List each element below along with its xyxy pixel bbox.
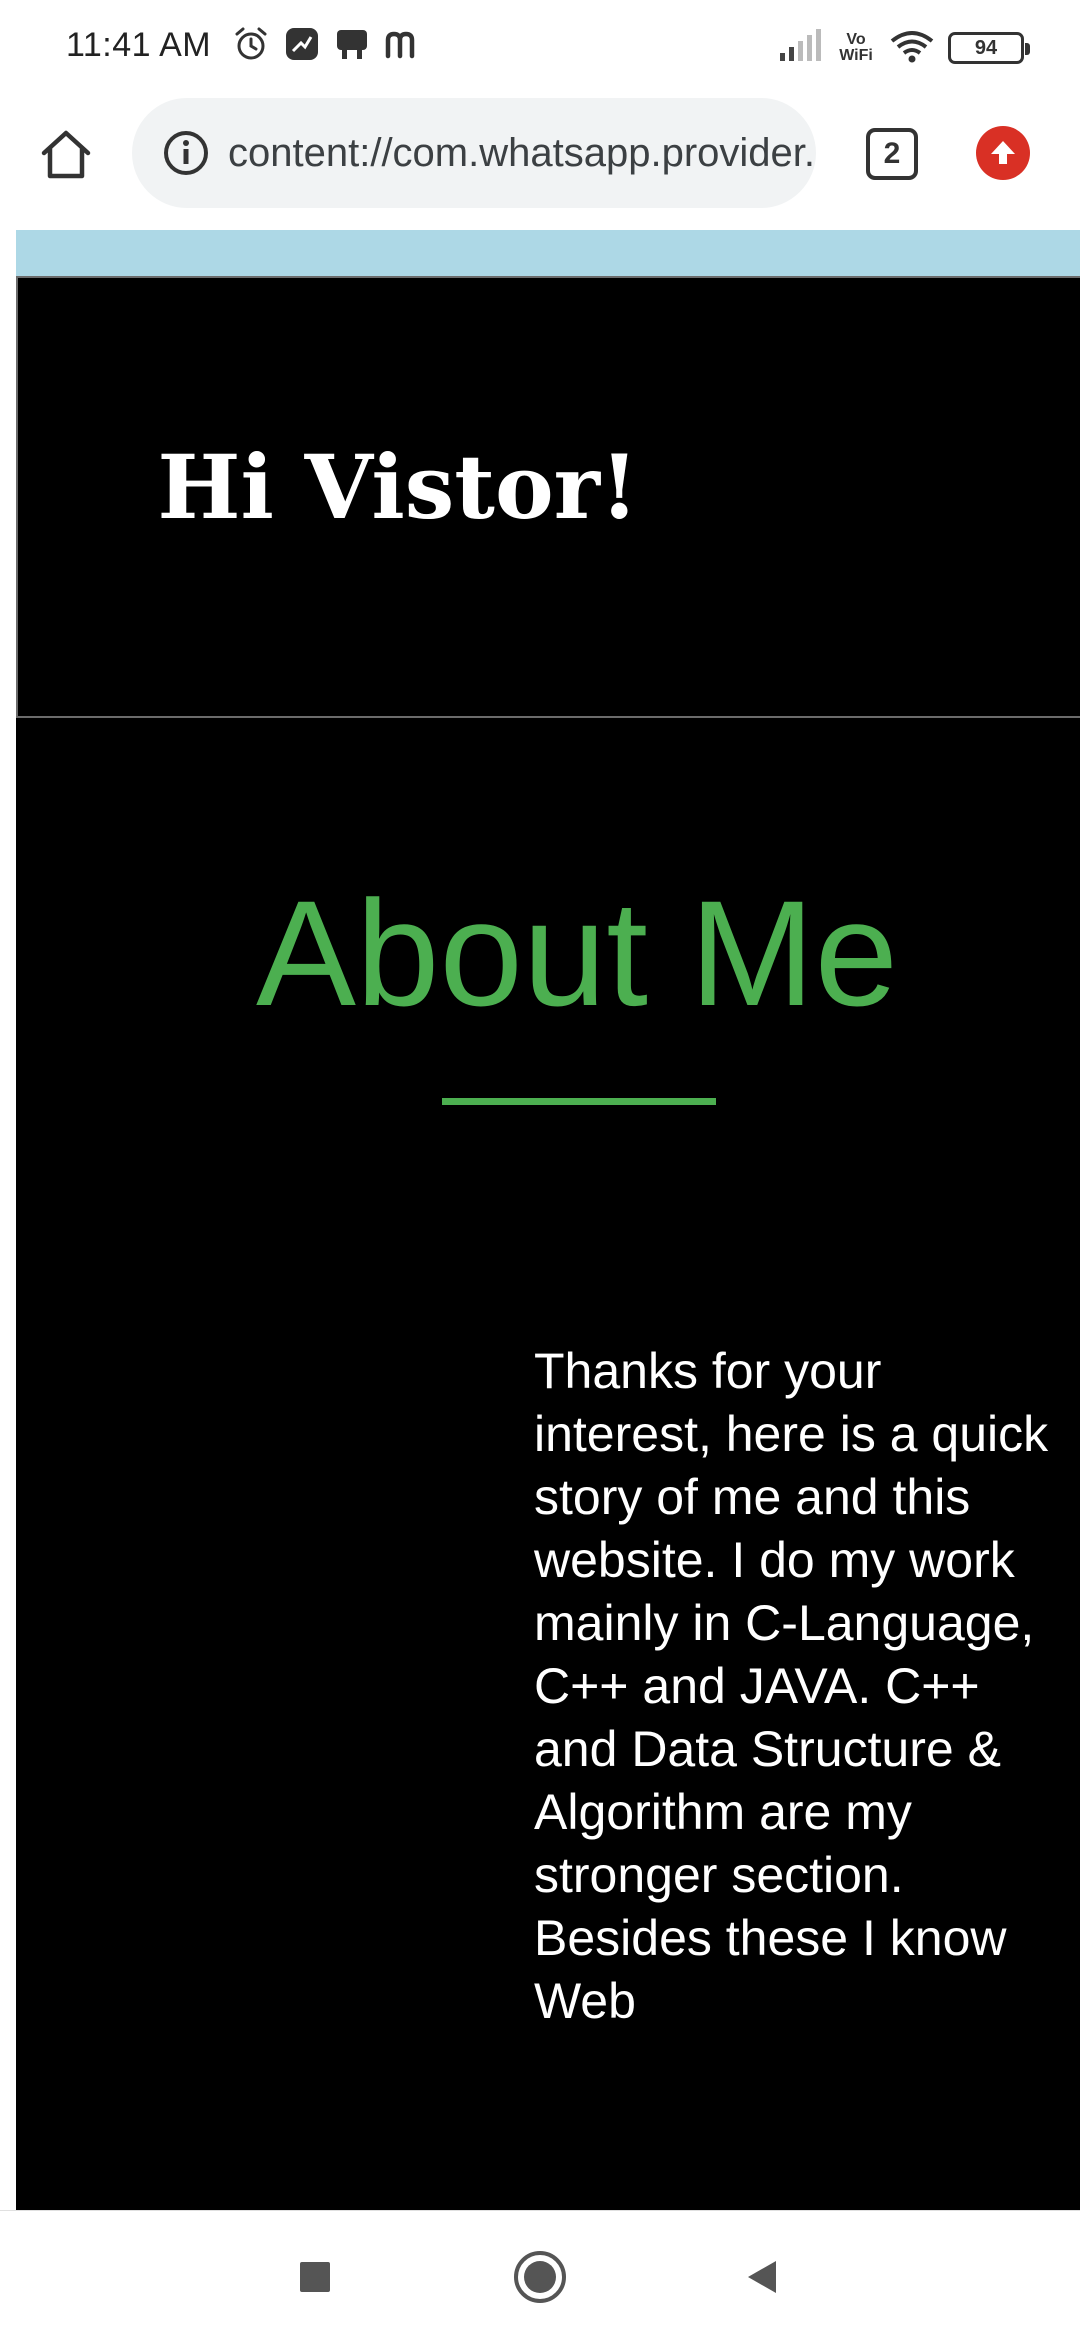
status-notification-icons <box>232 26 424 66</box>
tab-switcher-button[interactable]: 2 <box>866 128 918 180</box>
address-bar[interactable]: content://com.whatsapp.provider.media/it… <box>132 98 816 208</box>
hero-section: Hi Vistor! <box>16 276 1080 718</box>
about-title: About Me <box>255 869 899 1037</box>
web-content: Hi Vistor! About Me Thanks for your inte… <box>0 230 1080 2210</box>
arrow-up-icon <box>991 141 1015 164</box>
recents-button[interactable] <box>285 2247 345 2307</box>
signal-icon <box>778 28 822 68</box>
home-button[interactable] <box>510 2247 570 2307</box>
url-text[interactable]: content://com.whatsapp.provider.media/it… <box>228 131 816 176</box>
triangle-back-icon <box>748 2261 776 2293</box>
update-button[interactable] <box>976 126 1030 180</box>
system-nav-bar <box>0 2210 1080 2340</box>
square-icon <box>300 2262 330 2292</box>
m-app-icon <box>384 26 424 67</box>
about-text: Thanks for your interest, here is a quic… <box>534 1343 1049 2029</box>
vowifi-line2: WiFi <box>839 47 873 64</box>
status-bar: 11:41 AM Vo WiFi 94 <box>0 0 1080 96</box>
top-stripe <box>16 230 1080 276</box>
wifi-icon <box>890 29 934 68</box>
battery-indicator: 94 <box>948 32 1030 64</box>
about-section: About Me Thanks for your interest, here … <box>16 718 1080 2210</box>
vowifi-indicator: Vo WiFi <box>836 32 876 64</box>
home-icon[interactable] <box>34 122 98 186</box>
hero-title: Hi Vistor! <box>157 435 639 539</box>
browser-toolbar: content://com.whatsapp.provider.media/it… <box>0 96 1080 230</box>
info-icon[interactable] <box>162 129 210 177</box>
circle-icon <box>514 2251 566 2303</box>
about-underline <box>442 1098 716 1105</box>
notification-app-icon <box>334 26 370 67</box>
status-system-icons: Vo WiFi 94 <box>778 26 1030 70</box>
status-time: 11:41 AM <box>66 26 212 64</box>
vowifi-line1: Vo <box>846 31 866 48</box>
back-button[interactable] <box>732 2247 792 2307</box>
alarm-icon <box>232 25 270 68</box>
stocks-app-icon <box>284 26 320 67</box>
